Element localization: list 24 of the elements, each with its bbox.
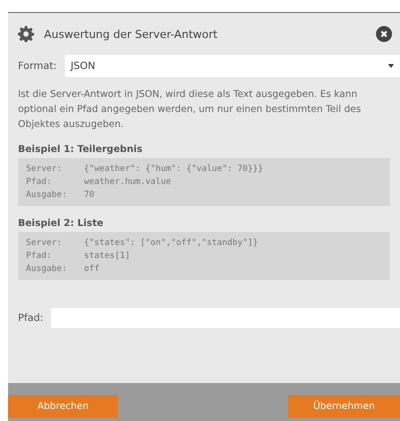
code-label: Pfad:: [26, 251, 53, 261]
code-value: {"states": ["on","off","standby"]}: [84, 238, 259, 248]
cancel-button[interactable]: Abbrechen: [8, 395, 118, 418]
close-icon[interactable]: [376, 26, 392, 42]
code-label: Ausgabe:: [26, 190, 68, 200]
code-value: {"weather": {"hum": {"value": 70}}}: [84, 164, 264, 174]
code-label: Pfad:: [26, 177, 53, 187]
apply-button[interactable]: Übernehmen: [288, 395, 400, 418]
path-label: Pfad:: [18, 312, 44, 324]
settings-icon: [18, 26, 34, 42]
example-heading: Beispiel 2: Liste: [18, 218, 104, 229]
code-label: Server:: [26, 238, 63, 248]
code-value: weather.hum.value: [84, 177, 172, 187]
caret-icon: [388, 64, 394, 68]
format-dropdown[interactable]: JSON: [64, 55, 400, 77]
example-heading: Beispiel 1: Teilergebnis: [18, 144, 144, 155]
code-label: Server:: [26, 164, 63, 174]
code-label: Ausgabe:: [26, 264, 68, 274]
code-value: states[1]: [84, 251, 132, 261]
description-text: Ist die Server-Antwort in JSON, wird diese als Text ausgegeben. Es kann optional ein Pfad angegeben werden, um nur einen bestimmten Teil des Objektes auszugeben.: [18, 88, 362, 132]
format-label: Format:: [18, 60, 57, 72]
code-value: 70: [84, 190, 96, 200]
code-value: off: [84, 264, 100, 274]
dialog-title: Auswertung der Server-Antwort: [44, 28, 218, 40]
